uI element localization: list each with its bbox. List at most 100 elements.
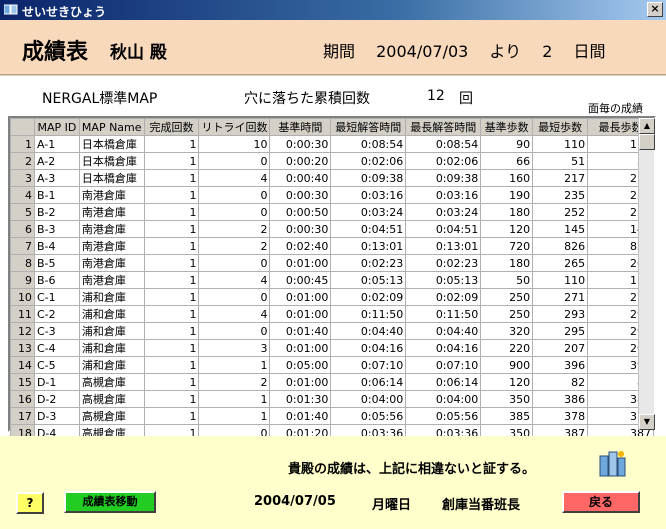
table-cell: 0:03:24 (330, 203, 407, 221)
table-row[interactable]: 4B-1南港倉庫100:00:300:03:160:03:16190235235 (10, 186, 654, 204)
move-report-button[interactable]: 成績表移動 (64, 491, 156, 513)
column-header[interactable]: 基準時間 (269, 118, 332, 136)
table-cell: 0 (198, 288, 271, 306)
table-cell: 0:05:00 (269, 356, 332, 374)
corner-cell (10, 118, 35, 136)
table-cell: 0:07:10 (405, 356, 482, 374)
table-row[interactable]: 3A-3日本橋倉庫140:00:400:09:380:09:3816021721… (10, 169, 654, 187)
table-cell: 0:08:54 (330, 135, 407, 153)
table-cell: 0:05:13 (330, 271, 407, 289)
column-header[interactable]: 最長解答時間 (405, 118, 482, 136)
table-cell: B-6 (33, 271, 80, 289)
table-cell: 0:04:40 (405, 322, 482, 340)
fall-count: 12 (427, 88, 445, 104)
table-cell: 120 (480, 373, 534, 391)
footer-date: 2004/07/05 (254, 494, 336, 509)
row-number[interactable]: 9 (10, 271, 35, 289)
row-number[interactable]: 8 (10, 254, 35, 272)
table-row[interactable]: 16D-2高槻倉庫110:01:300:04:000:04:0035038638… (10, 390, 654, 408)
table-row[interactable]: 8B-5南港倉庫100:01:000:02:230:02:23180265265 (10, 254, 654, 272)
table-cell: 250 (480, 305, 534, 323)
row-number[interactable]: 6 (10, 220, 35, 238)
table-cell: B-3 (33, 220, 80, 238)
table-cell: 0:05:56 (330, 407, 407, 425)
row-number[interactable]: 12 (10, 322, 35, 340)
table-cell: 1 (143, 220, 200, 238)
period: 期間 2004/07/03 より 2 日間 (323, 38, 622, 62)
row-number[interactable]: 10 (10, 288, 35, 306)
table-cell: 4 (198, 271, 271, 289)
scroll-thumb[interactable] (639, 134, 655, 150)
table-row[interactable]: 9B-6南港倉庫140:00:450:05:130:05:1350110110 (10, 271, 654, 289)
row-number[interactable]: 11 (10, 305, 35, 323)
table-row[interactable]: 17D-3高槻倉庫110:01:400:05:560:05:5638537837… (10, 407, 654, 425)
table-cell: A-3 (33, 169, 80, 187)
table-cell: 0:01:30 (269, 390, 332, 408)
table-row[interactable]: 13C-4浦和倉庫130:01:000:04:160:04:1622020720… (10, 339, 654, 357)
column-header[interactable]: 基準歩数 (480, 118, 534, 136)
column-header[interactable]: 最短解答時間 (330, 118, 407, 136)
table-row[interactable]: 10C-1浦和倉庫100:01:000:02:090:02:0925027127… (10, 288, 654, 306)
column-header[interactable]: 完成回数 (143, 118, 200, 136)
scroll-up-icon[interactable]: ▲ (639, 118, 655, 134)
table-cell: 1 (143, 373, 200, 391)
help-button[interactable]: ? (16, 492, 44, 514)
row-number[interactable]: 14 (10, 356, 35, 374)
column-header[interactable]: MAP ID (33, 118, 80, 136)
table-cell: 0:02:40 (269, 237, 332, 255)
table-cell: 220 (480, 339, 534, 357)
close-button[interactable]: × (647, 2, 663, 17)
header-row: MAP ID MAP Name 完成回数 リトライ回数 基準時間 最短解答時間 … (10, 118, 654, 136)
column-header[interactable]: MAP Name (78, 118, 145, 136)
table-cell: 浦和倉庫 (78, 339, 145, 357)
table-cell: 1 (143, 169, 200, 187)
row-number[interactable]: 7 (10, 237, 35, 255)
scroll-down-icon[interactable]: ▼ (639, 414, 655, 430)
results-grid[interactable]: MAP ID MAP Name 完成回数 リトライ回数 基準時間 最短解答時間 … (8, 116, 656, 476)
table-row[interactable]: 1A-1日本橋倉庫1100:00:300:08:540:08:549011011… (10, 135, 654, 153)
row-number[interactable]: 15 (10, 373, 35, 391)
row-number[interactable]: 5 (10, 203, 35, 221)
table-cell: 720 (480, 237, 534, 255)
row-number[interactable]: 17 (10, 407, 35, 425)
app-icon (4, 4, 18, 15)
results-table: MAP ID MAP Name 完成回数 リトライ回数 基準時間 最短解答時間 … (10, 118, 654, 476)
table-cell: 0:00:30 (269, 186, 332, 204)
table-cell: 0:07:10 (330, 356, 407, 374)
table-row[interactable]: 15D-1高槻倉庫120:01:000:06:140:06:141208282 (10, 373, 654, 391)
row-number[interactable]: 3 (10, 169, 35, 187)
table-cell: 0:11:50 (405, 305, 482, 323)
row-number[interactable]: 13 (10, 339, 35, 357)
table-row[interactable]: 5B-2南港倉庫100:00:500:03:240:03:24180252252 (10, 203, 654, 221)
table-cell: 0:06:14 (405, 373, 482, 391)
column-header[interactable]: リトライ回数 (198, 118, 271, 136)
table-cell: 217 (532, 169, 589, 187)
window-title: せいせきひょう (22, 5, 107, 19)
row-number[interactable]: 4 (10, 186, 35, 204)
table-cell: 0:05:13 (405, 271, 482, 289)
row-number[interactable]: 16 (10, 390, 35, 408)
table-cell: 0:00:20 (269, 152, 332, 170)
row-number[interactable]: 2 (10, 152, 35, 170)
table-row[interactable]: 6B-3南港倉庫120:00:300:04:510:04:51120145145 (10, 220, 654, 238)
table-cell: 4 (198, 305, 271, 323)
table-row[interactable]: 12C-3浦和倉庫100:01:400:04:400:04:4032029529… (10, 322, 654, 340)
table-cell: 浦和倉庫 (78, 288, 145, 306)
row-number[interactable]: 1 (10, 135, 35, 153)
fall-unit: 回 (459, 91, 473, 107)
table-cell: 0 (198, 203, 271, 221)
table-cell: 1 (143, 356, 200, 374)
column-header[interactable]: 最短歩数 (532, 118, 589, 136)
table-row[interactable]: 7B-4南港倉庫120:02:400:13:010:13:01720826826 (10, 237, 654, 255)
table-row[interactable]: 2A-2日本橋倉庫100:00:200:02:060:02:06665151 (10, 152, 654, 170)
table-cell: 320 (480, 322, 534, 340)
table-cell: 250 (480, 288, 534, 306)
vertical-scrollbar[interactable]: ▲ ▼ (638, 118, 655, 430)
table-cell: 0:04:16 (405, 339, 482, 357)
table-row[interactable]: 11C-2浦和倉庫140:01:000:11:500:11:5025029329… (10, 305, 654, 323)
table-cell: C-3 (33, 322, 80, 340)
back-button[interactable]: 戻る (562, 491, 640, 513)
table-cell: 51 (532, 152, 589, 170)
table-cell: 0 (198, 152, 271, 170)
table-row[interactable]: 14C-5浦和倉庫110:05:000:07:100:07:1090039639… (10, 356, 654, 374)
